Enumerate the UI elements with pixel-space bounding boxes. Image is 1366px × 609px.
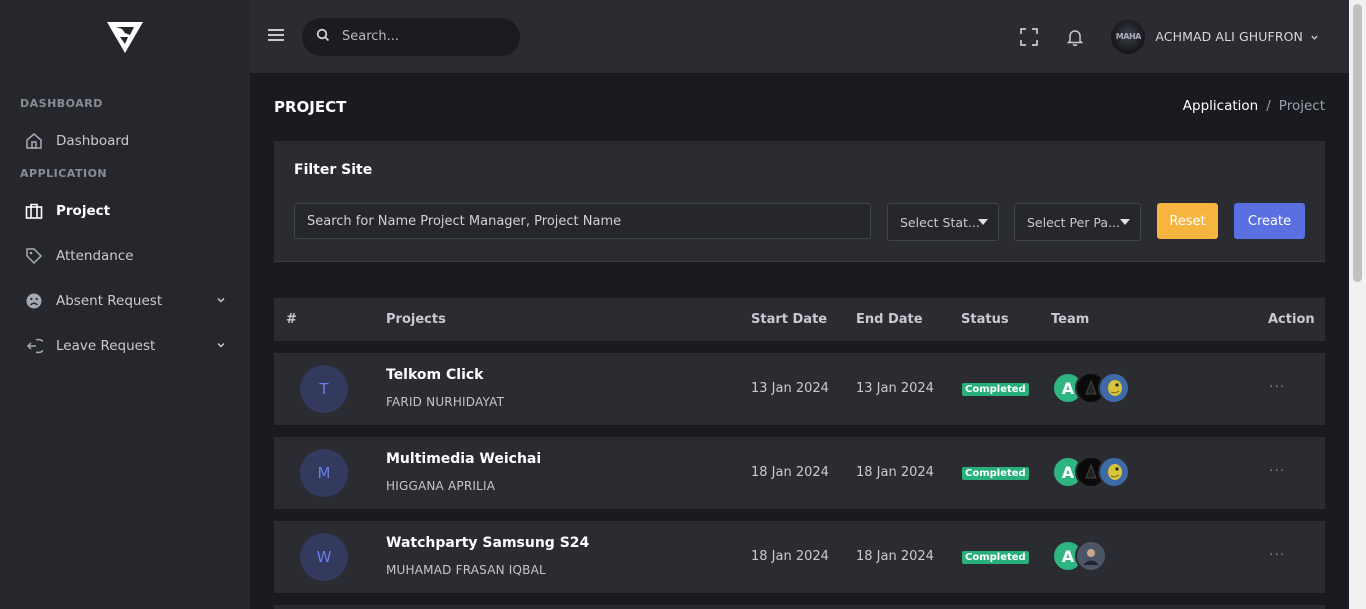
project-manager: FARID NURHIDAYAT	[386, 395, 505, 409]
sidebar-item-label: Attendance	[56, 247, 134, 264]
topbar: MAHA ACHMAD ALI GHUFRON	[250, 0, 1349, 73]
page-title: PROJECT	[274, 98, 347, 116]
chevron-down-icon	[216, 338, 226, 354]
briefcase-icon	[24, 201, 44, 221]
project-manager: MUHAMAD FRASAN IQBAL	[386, 563, 546, 577]
global-search	[302, 17, 520, 56]
fullscreen-icon[interactable]	[1019, 27, 1039, 47]
photo-avatar-icon	[1083, 549, 1099, 565]
project-name[interactable]: Watchparty Samsung S24	[386, 535, 589, 551]
reset-button[interactable]: Reset	[1157, 203, 1218, 239]
avatar: MAHA	[1111, 19, 1146, 54]
team-member-avatar[interactable]	[1075, 540, 1107, 572]
row-actions-button[interactable]: ···	[1269, 547, 1285, 563]
tag-icon	[24, 246, 44, 266]
table-row[interactable]: W Watchparty Samsung S24 MUHAMAD FRASAN …	[274, 521, 1325, 593]
status-select[interactable]: Select Stat...	[887, 203, 999, 241]
breadcrumb-application[interactable]: Application	[1183, 98, 1258, 114]
table-row[interactable]: T Telkom Click FARID NURHIDAYAT 13 Jan 2…	[274, 353, 1325, 425]
end-date: 13 Jan 2024	[856, 381, 934, 396]
breadcrumb: Application / Project	[1183, 98, 1325, 114]
breadcrumb-separator: /	[1266, 98, 1271, 114]
sidebar-item-label: Leave Request	[56, 337, 156, 354]
project-manager: HIGGANA APRILIA	[386, 479, 496, 493]
sidebar-item-absent-request[interactable]: Absent Request	[0, 278, 250, 323]
per-page-select[interactable]: Select Per Pa...	[1014, 203, 1141, 241]
project-avatar: T	[300, 365, 348, 413]
project-name[interactable]: Telkom Click	[386, 367, 483, 383]
end-date: 18 Jan 2024	[856, 465, 934, 480]
per-page-select-value: Select Per Pa...	[1027, 214, 1120, 230]
column-header-team: Team	[1051, 312, 1090, 327]
row-actions-button[interactable]: ···	[1269, 463, 1285, 479]
start-date: 13 Jan 2024	[751, 381, 829, 396]
caret-down-icon	[1120, 219, 1130, 225]
team-avatars: A	[1052, 372, 1130, 406]
search-icon	[316, 27, 330, 46]
team-member-avatar[interactable]	[1098, 456, 1130, 488]
status-select-value: Select Stat...	[900, 214, 980, 230]
start-date: 18 Jan 2024	[751, 465, 829, 480]
end-date: 18 Jan 2024	[856, 549, 934, 564]
status-badge: Completed	[962, 551, 1029, 564]
home-icon	[24, 131, 44, 151]
sidebar-item-project[interactable]: Project	[0, 188, 250, 233]
row-actions-button[interactable]: ···	[1269, 379, 1285, 395]
team-member-avatar[interactable]	[1098, 372, 1130, 404]
filter-panel: Filter Site Select Stat... Select Per Pa…	[274, 141, 1325, 262]
table-header: # Projects Start Date End Date Status Te…	[274, 298, 1325, 341]
column-header-status: Status	[961, 312, 1009, 327]
scrollbar-thumb[interactable]	[1353, 4, 1362, 282]
column-header-projects: Projects	[386, 312, 446, 327]
logout-icon	[24, 336, 44, 356]
sidebar-item-label: Absent Request	[56, 292, 163, 309]
sidebar-item-label: Project	[56, 202, 111, 219]
status-badge: Completed	[962, 467, 1029, 480]
sidebar-section-dashboard: DASHBOARD	[20, 97, 103, 110]
hamburger-menu-icon[interactable]	[268, 27, 284, 46]
scrollbar[interactable]	[1349, 0, 1366, 609]
cartoon-avatar-icon	[1108, 380, 1122, 396]
main-content: PROJECT Application / Project Filter Sit…	[250, 73, 1349, 609]
sidebar-item-attendance[interactable]: Attendance	[0, 233, 250, 278]
breadcrumb-project: Project	[1278, 98, 1325, 114]
sidebar-section-application: APPLICATION	[20, 167, 108, 180]
search-input[interactable]	[342, 29, 492, 44]
sidebar: DASHBOARD Dashboard APPLICATION Project …	[0, 0, 250, 609]
project-avatar: M	[300, 449, 348, 497]
filter-title: Filter Site	[294, 162, 373, 178]
project-name[interactable]: Multimedia Weichai	[386, 451, 541, 467]
column-header-start-date: Start Date	[751, 312, 828, 327]
create-button[interactable]: Create	[1234, 203, 1305, 239]
sidebar-item-leave-request[interactable]: Leave Request	[0, 323, 250, 368]
bell-icon[interactable]	[1065, 27, 1085, 47]
team-avatars: A	[1052, 540, 1107, 574]
user-name: ACHMAD ALI GHUFRON	[1155, 29, 1303, 44]
table-row	[274, 605, 1325, 609]
cartoon-avatar-icon	[1108, 464, 1122, 480]
table-row[interactable]: M Multimedia Weichai HIGGANA APRILIA 18 …	[274, 437, 1325, 509]
status-badge: Completed	[962, 383, 1029, 396]
project-avatar: W	[300, 533, 348, 581]
chevron-down-icon	[1310, 27, 1319, 46]
logo-icon	[107, 21, 143, 53]
column-header-end-date: End Date	[856, 312, 923, 327]
sad-face-icon	[24, 291, 44, 311]
sidebar-item-dashboard[interactable]: Dashboard	[0, 118, 250, 163]
user-menu[interactable]: MAHA ACHMAD ALI GHUFRON	[1111, 19, 1319, 54]
sidebar-item-label: Dashboard	[56, 132, 130, 149]
start-date: 18 Jan 2024	[751, 549, 829, 564]
caret-down-icon	[978, 219, 988, 225]
column-header-action: Action	[1268, 312, 1315, 327]
team-avatars: A	[1052, 456, 1130, 490]
project-search-input[interactable]	[294, 203, 871, 239]
logo[interactable]	[0, 0, 250, 73]
column-header-number: #	[286, 312, 297, 327]
chevron-down-icon	[216, 293, 226, 309]
